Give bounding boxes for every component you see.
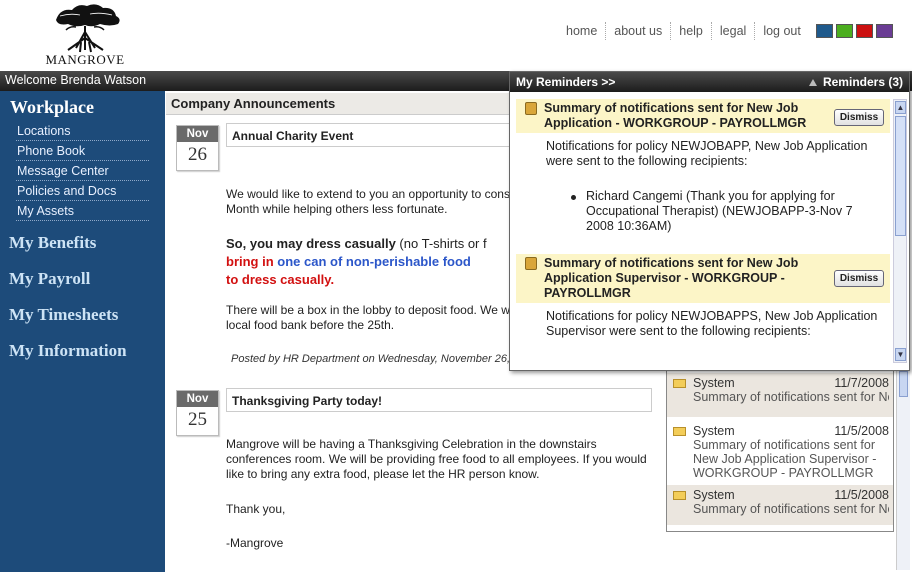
message-subject: Summary of notifications sent for Nev [693, 390, 889, 404]
tree-icon [56, 4, 120, 53]
message-subject: Summary of notifications sent for [693, 438, 876, 452]
nav-home-link[interactable]: home [558, 22, 607, 40]
posted-by-text: Posted by HR Department on Wednesday, No… [231, 353, 511, 365]
nav-help-link[interactable]: help [671, 22, 712, 40]
dress-casually-text: to dress casually. [226, 272, 335, 287]
date-month: Nov [177, 391, 218, 407]
reminders-popup: My Reminders >> Reminders (3) Summary of… [509, 71, 910, 371]
message-from: System [693, 488, 735, 502]
scroll-up-icon[interactable]: ▲ [895, 101, 906, 114]
sidebar-item-locations[interactable]: Locations [16, 121, 149, 141]
collapse-icon[interactable] [808, 78, 817, 86]
sidebar-my-benefits[interactable]: My Benefits [0, 225, 165, 253]
message-date: 11/7/2008 [834, 376, 889, 390]
workplace-submenu: Locations Phone Book Message Center Poli… [16, 121, 149, 221]
announcement-body: Mangrove will be having a Thanksgiving C… [226, 437, 666, 482]
message-date: 11/5/2008 [834, 424, 889, 438]
message-from: System [693, 376, 735, 390]
dress-casual-note: (no T-shirts or f [395, 236, 487, 251]
theme-swatches [816, 24, 893, 38]
thank-you-text: Thank you, [226, 502, 286, 516]
message-subject: New Job Application Supervisor - [693, 452, 877, 466]
announcement-text: We would like to extend to you an opport… [226, 187, 510, 201]
reminders-list: Summary of notifications sent for New Jo… [516, 99, 890, 363]
theme-swatch-purple[interactable] [876, 24, 893, 38]
reminder-icon [525, 102, 537, 115]
reminders-header: My Reminders >> Reminders (3) [510, 72, 909, 92]
message-item[interactable]: System 11/5/2008 Summary of notifications… [667, 421, 893, 483]
reminders-scrollbar[interactable]: ▲ ▼ [893, 99, 907, 363]
reminder-icon [525, 257, 537, 270]
announcement-text: local food bank before the 25th. [226, 318, 395, 332]
page: MANGROVE home about us help legal log ou… [0, 0, 912, 572]
sidebar: Workplace Locations Phone Book Message C… [0, 91, 165, 572]
reminder-title: Summary of notifications sent for New Jo… [544, 101, 807, 130]
announcement-title[interactable]: Annual Charity Event [226, 123, 516, 147]
welcome-text: Welcome Brenda Watson [5, 73, 147, 87]
signature-text: -Mangrove [226, 536, 284, 550]
sidebar-item-policies-and-docs[interactable]: Policies and Docs [16, 181, 149, 201]
sidebar-my-information[interactable]: My Information [0, 325, 165, 361]
mangrove-logo[interactable]: MANGROVE [40, 2, 130, 68]
date-badge: Nov 26 [176, 125, 219, 171]
theme-swatch-green[interactable] [836, 24, 853, 38]
reminder-text: Notifications for policy NEWJOBAPP, New … [546, 139, 868, 168]
announcement-title[interactable]: Thanksgiving Party today! [226, 388, 652, 412]
reminders-count: Reminders (3) [822, 75, 903, 89]
top-nav: home about us help legal log out [558, 22, 809, 40]
message-subject: WORKGROUP - PAYROLLMGR [693, 466, 874, 480]
announcement-text: like to bring any extra food, please let… [226, 467, 540, 481]
announcement-body: We would like to extend to you an opport… [226, 187, 516, 217]
scroll-down-icon[interactable]: ▼ [895, 348, 906, 361]
nav-about-us-link[interactable]: about us [606, 22, 672, 40]
theme-swatch-red[interactable] [856, 24, 873, 38]
sidebar-item-message-center[interactable]: Message Center [16, 161, 149, 181]
announcement-text: There will be a box in the lobby to depo… [226, 303, 510, 317]
announcement-highlight: So, you may dress casually (no T-shirts … [226, 235, 516, 289]
announcement-text: conferences room. We will be providing f… [226, 452, 647, 466]
date-badge: Nov 25 [176, 390, 219, 436]
announcement-text: Mangrove will be having a Thanksgiving C… [226, 437, 597, 451]
logo-text: MANGROVE [45, 52, 125, 67]
sidebar-my-timesheets[interactable]: My Timesheets [0, 289, 165, 325]
dismiss-button[interactable]: Dismiss [834, 270, 884, 287]
envelope-icon [673, 379, 686, 388]
dress-casual-text: So, you may dress casually [226, 236, 396, 251]
sidebar-item-my-assets[interactable]: My Assets [16, 201, 149, 221]
sidebar-my-payroll[interactable]: My Payroll [0, 253, 165, 289]
theme-swatch-blue[interactable] [816, 24, 833, 38]
message-subject: Summary of notifications sent for Nev [693, 502, 889, 516]
message-item[interactable]: System 11/7/2008 Summary of notifications… [667, 373, 893, 417]
dismiss-button[interactable]: Dismiss [834, 109, 884, 126]
announcement-text: Month while helping others less fortunat… [226, 202, 448, 216]
reminder-text: Notifications for policy NEWJOBAPPS, New… [546, 309, 878, 338]
message-date: 11/5/2008 [834, 488, 889, 502]
bring-in-text: bring in [226, 254, 278, 269]
messages-panel: System 11/7/2008 Summary of notifications… [666, 362, 894, 532]
recipient-text: Richard Cangemi (Thank you for applying … [586, 189, 853, 233]
food-item-text: one can of non-perishable food [277, 254, 471, 269]
nav-legal-link[interactable]: legal [712, 22, 756, 40]
reminder-title: Summary of notifications sent for New Jo… [544, 256, 799, 300]
announcement-body: There will be a box in the lobby to depo… [226, 303, 516, 333]
reminder-recipient: Richard Cangemi (Thank you for applying … [516, 175, 890, 240]
sidebar-item-phone-book[interactable]: Phone Book [16, 141, 149, 161]
scrollbar-thumb[interactable] [895, 116, 906, 236]
page-scrollbar[interactable] [896, 365, 910, 570]
nav-log-out-link[interactable]: log out [755, 22, 809, 40]
reminder-item-header: Summary of notifications sent for New Jo… [516, 99, 890, 133]
date-month: Nov [177, 126, 218, 142]
bullet-icon [571, 195, 576, 200]
scrollbar-thumb[interactable] [899, 371, 908, 397]
date-day: 26 [188, 144, 207, 165]
envelope-icon [673, 491, 686, 500]
message-item[interactable]: System 11/5/2008 Summary of notifications… [667, 485, 893, 525]
reminders-title[interactable]: My Reminders >> [516, 75, 615, 89]
message-from: System [693, 424, 735, 438]
announcements-heading: Company Announcements [166, 93, 546, 115]
sidebar-workplace[interactable]: Workplace [0, 91, 165, 118]
reminder-item-header: Summary of notifications sent for New Jo… [516, 254, 890, 303]
envelope-icon [673, 427, 686, 436]
date-day: 25 [188, 409, 207, 430]
